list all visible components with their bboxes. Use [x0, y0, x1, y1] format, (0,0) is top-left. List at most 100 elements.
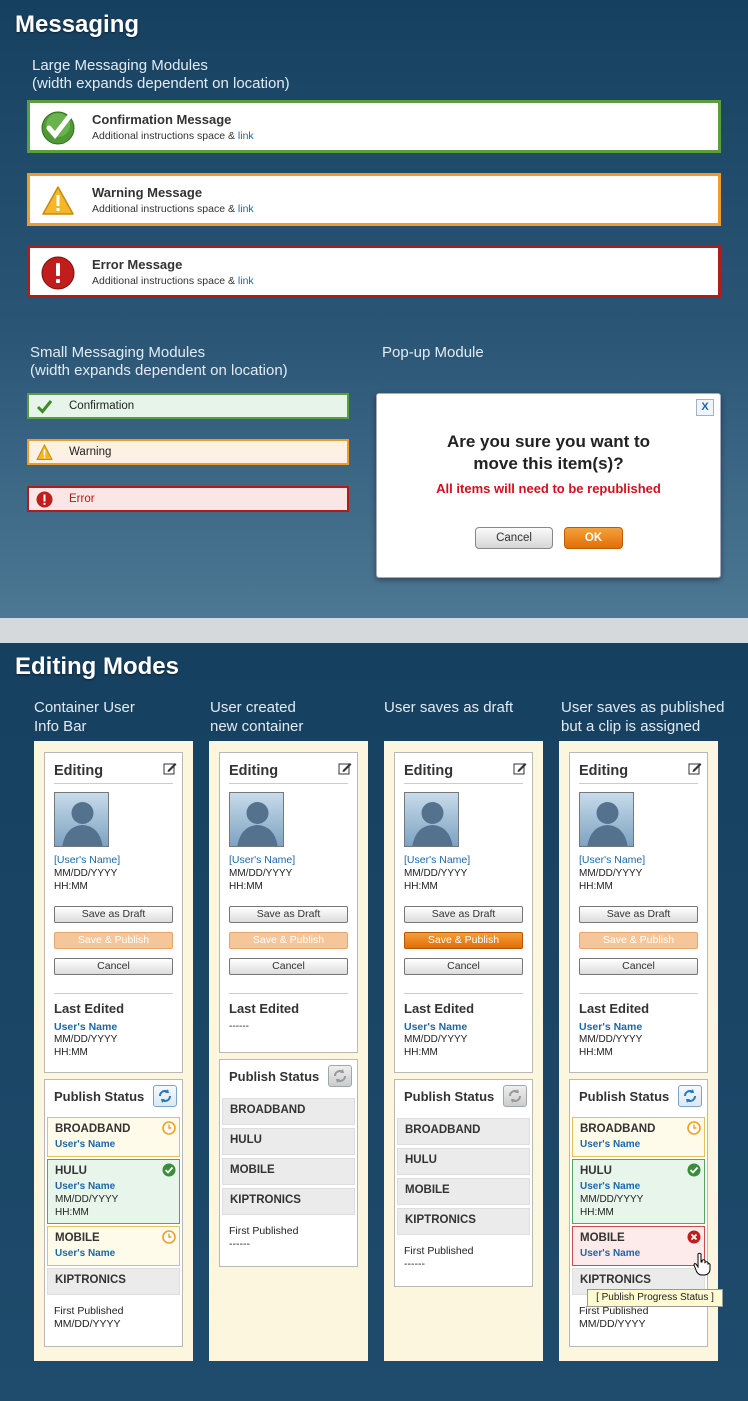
channel-hulu[interactable]: HULU User's Name MM/DD/YYYY HH:MM — [572, 1159, 705, 1224]
refresh-icon — [509, 1089, 521, 1103]
user-name[interactable]: [User's Name] — [579, 854, 645, 866]
channel-mobile[interactable]: MOBILE User's Name — [47, 1226, 180, 1266]
edit-icon[interactable] — [688, 761, 702, 775]
editing-heading: Editing — [54, 763, 104, 779]
first-published: First Published MM/DD/YYYY — [54, 1305, 124, 1330]
channel-user: User's Name — [55, 1139, 116, 1150]
last-edited-user[interactable]: User's Name — [54, 1021, 117, 1033]
channel-kiptronics[interactable]: KIPTRONICS — [222, 1188, 355, 1215]
column-heading: User saves as published but a clip is ass… — [561, 699, 725, 735]
channel-user: User's Name — [55, 1181, 116, 1192]
save-publish-button[interactable]: Save & Publish — [229, 932, 348, 949]
save-publish-button[interactable]: Save & Publish — [54, 932, 173, 949]
refresh-button[interactable] — [153, 1085, 177, 1107]
channel-hulu[interactable]: HULU — [397, 1148, 530, 1175]
cancel-button[interactable]: Cancel — [54, 958, 173, 975]
edit-icon[interactable] — [513, 761, 527, 775]
publish-status-heading: Publish Status — [579, 1089, 670, 1104]
last-edited-heading: Last Edited — [54, 1001, 125, 1016]
divider — [229, 993, 348, 994]
channel-mobile[interactable]: MOBILE User's Name — [572, 1226, 705, 1266]
channel-mobile[interactable]: MOBILE — [397, 1178, 530, 1205]
channel-name: MOBILE — [405, 1184, 450, 1196]
avatar — [404, 792, 459, 847]
editing-heading: Editing — [579, 763, 629, 779]
last-edited-user[interactable]: User's Name — [579, 1021, 642, 1033]
channel-broadband[interactable]: BROADBAND User's Name — [47, 1117, 180, 1157]
message-link[interactable]: link — [238, 203, 254, 215]
channel-broadband[interactable]: BROADBAND — [397, 1118, 530, 1145]
publish-status-card: Publish Status BROADBAND HULU MOBILE KIP… — [394, 1079, 533, 1287]
timestamp: MM/DD/YYYY HH:MM — [229, 868, 293, 892]
channel-kiptronics[interactable]: KIPTRONICS — [47, 1268, 180, 1295]
divider — [229, 783, 348, 784]
refresh-button[interactable] — [503, 1085, 527, 1107]
channel-name: HULU — [580, 1165, 612, 1177]
message-desc: Additional instructions space & link — [92, 203, 254, 215]
message-desc: Additional instructions space & link — [92, 275, 254, 287]
close-button[interactable]: X — [696, 399, 714, 416]
cancel-button[interactable]: Cancel — [475, 527, 553, 549]
editing-card: Editing [User's Name] MM/DD/YYYY HH:MM Sa… — [219, 752, 358, 1053]
last-edited-timestamp: MM/DD/YYYY HH:MM — [579, 1034, 643, 1058]
editing-card: Editing [User's Name] MM/DD/YYYY HH:MM Sa… — [394, 752, 533, 1073]
cancel-button[interactable]: Cancel — [229, 958, 348, 975]
save-as-draft-button[interactable]: Save as Draft — [579, 906, 698, 923]
refresh-button[interactable] — [328, 1065, 352, 1087]
check-icon — [36, 400, 53, 414]
edit-icon[interactable] — [338, 761, 352, 775]
message-link[interactable]: link — [238, 130, 254, 142]
check-icon — [162, 1163, 176, 1177]
channel-hulu[interactable]: HULU User's Name MM/DD/YYYY HH:MM — [47, 1159, 180, 1224]
divider — [579, 783, 698, 784]
channel-user: User's Name — [580, 1248, 641, 1259]
timestamp: MM/DD/YYYY HH:MM — [404, 868, 468, 892]
last-edited-timestamp: MM/DD/YYYY HH:MM — [404, 1034, 468, 1058]
popup-heading: Pop-up Module — [382, 344, 484, 361]
channel-mobile[interactable]: MOBILE — [222, 1158, 355, 1185]
channel-name: KIPTRONICS — [405, 1214, 476, 1226]
last-edited-heading: Last Edited — [229, 1001, 300, 1016]
user-name[interactable]: [User's Name] — [229, 854, 295, 866]
edit-icon[interactable] — [163, 761, 177, 775]
message-title: Error Message — [92, 257, 183, 272]
channel-name: KIPTRONICS — [580, 1274, 651, 1286]
message-link[interactable]: link — [238, 275, 254, 287]
user-name[interactable]: [User's Name] — [54, 854, 120, 866]
save-as-draft-button[interactable]: Save as Draft — [54, 906, 173, 923]
channel-kiptronics[interactable]: KIPTRONICS — [397, 1208, 530, 1235]
refresh-button[interactable] — [678, 1085, 702, 1107]
channel-hulu[interactable]: HULU — [222, 1128, 355, 1155]
ok-button[interactable]: OK — [564, 527, 623, 549]
channel-broadband[interactable]: BROADBAND User's Name — [572, 1117, 705, 1157]
user-name[interactable]: [User's Name] — [404, 854, 470, 866]
check-icon — [687, 1163, 701, 1177]
message-label: Confirmation — [69, 400, 135, 412]
divider — [54, 783, 173, 784]
last-edited-heading: Last Edited — [579, 1001, 650, 1016]
publish-status-heading: Publish Status — [404, 1089, 495, 1104]
first-published: First Published ------ — [404, 1245, 474, 1270]
column-new-container: Editing [User's Name] MM/DD/YYYY HH:MM Sa… — [209, 741, 368, 1361]
save-publish-button[interactable]: Save & Publish — [404, 932, 523, 949]
save-as-draft-button[interactable]: Save as Draft — [404, 906, 523, 923]
first-published: First Published ------ — [229, 1225, 299, 1250]
channel-name: BROADBAND — [55, 1123, 131, 1135]
error-icon — [41, 256, 75, 290]
section-title: Editing Modes — [15, 653, 179, 680]
column-heading: User created new container — [210, 699, 304, 735]
message-title: Confirmation Message — [92, 112, 232, 127]
last-edited-empty: ------ — [229, 1021, 249, 1032]
cancel-button[interactable]: Cancel — [579, 958, 698, 975]
cancel-button[interactable]: Cancel — [404, 958, 523, 975]
warning-icon — [36, 444, 53, 460]
large-warning-message: Warning Message Additional instructions … — [27, 173, 721, 226]
channel-name: MOBILE — [55, 1232, 100, 1244]
channel-broadband[interactable]: BROADBAND — [222, 1098, 355, 1125]
save-as-draft-button[interactable]: Save as Draft — [229, 906, 348, 923]
save-publish-button[interactable]: Save & Publish — [579, 932, 698, 949]
channel-name: HULU — [230, 1134, 262, 1146]
last-edited-user[interactable]: User's Name — [404, 1021, 467, 1033]
user-silhouette-icon — [587, 802, 628, 846]
divider — [579, 993, 698, 994]
